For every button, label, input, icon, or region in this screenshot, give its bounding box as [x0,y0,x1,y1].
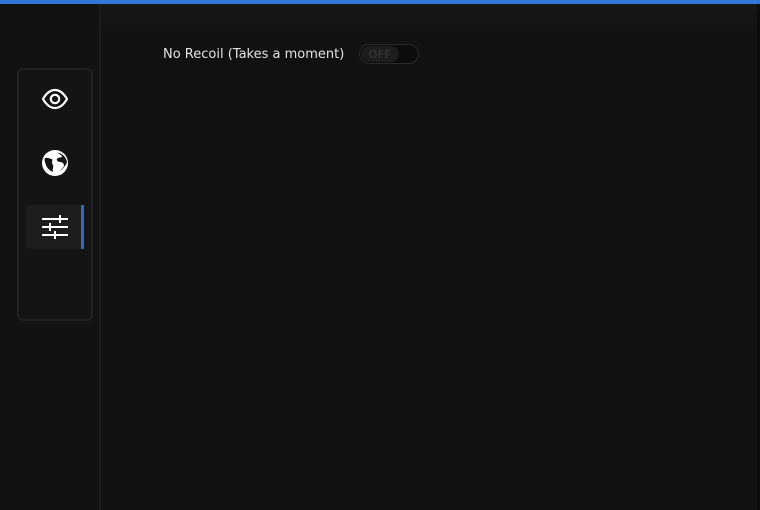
setting-row-no-recoil: No Recoil (Takes a moment) OFF [163,44,419,64]
sidebar-item-world[interactable] [26,141,84,185]
toggle-knob: OFF [361,46,399,62]
toggle-state-text: OFF [368,47,392,61]
settings-content: No Recoil (Takes a moment) OFF [101,4,757,510]
sidebar-nav [17,68,93,321]
app-window: No Recoil (Takes a moment) OFF [0,0,760,510]
globe-icon [42,150,68,176]
sidebar-item-visuals[interactable] [26,77,84,121]
sidebar-item-misc[interactable] [26,205,84,249]
active-indicator [81,205,84,249]
no-recoil-label: No Recoil (Takes a moment) [163,46,345,62]
eye-icon [41,88,69,110]
no-recoil-toggle[interactable]: OFF [359,44,419,64]
sliders-icon [42,215,68,239]
